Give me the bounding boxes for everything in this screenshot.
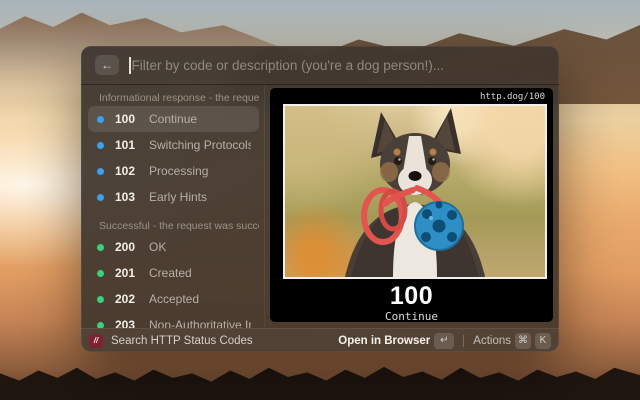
- status-label: OK: [149, 240, 166, 254]
- status-code: 100: [115, 112, 149, 126]
- status-dot-icon: [97, 168, 104, 175]
- status-label: Processing: [149, 164, 208, 178]
- status-dot-icon: [97, 270, 104, 277]
- open-in-browser-button[interactable]: Open in Browser ↵: [338, 333, 454, 349]
- extension-icon: //: [89, 334, 103, 348]
- status-code: 203: [115, 318, 149, 328]
- open-in-browser-label: Open in Browser: [338, 335, 430, 347]
- detail-code-label: Continue: [270, 310, 553, 323]
- search-field-wrap: [129, 57, 545, 74]
- dog-photo: [283, 104, 547, 279]
- status-dot-icon: [97, 244, 104, 251]
- status-code-list: Informational response - the request w..…: [88, 88, 259, 328]
- status-label: Early Hints: [149, 190, 207, 204]
- treeline-silhouette: [0, 354, 640, 400]
- back-button[interactable]: ←: [95, 55, 119, 75]
- action-bar: // Search HTTP Status Codes Open in Brow…: [81, 328, 559, 352]
- detail-code-large: 100: [270, 282, 553, 311]
- source-url: http.dog/100: [480, 92, 545, 102]
- actions-label: Actions: [473, 335, 511, 347]
- status-code: 201: [115, 266, 149, 280]
- list-detail-divider: [264, 86, 265, 328]
- list-item-102[interactable]: 102 Processing: [88, 158, 259, 184]
- dog-photo-image: [285, 106, 545, 277]
- status-dot-icon: [97, 296, 104, 303]
- list-item-201[interactable]: 201 Created: [88, 260, 259, 286]
- status-code: 200: [115, 240, 149, 254]
- list-item-200[interactable]: 200 OK: [88, 234, 259, 260]
- k-key-icon: K: [535, 333, 551, 349]
- list-item-101[interactable]: 101 Switching Protocols: [88, 132, 259, 158]
- actions-button[interactable]: Actions ⌘ K: [473, 333, 551, 349]
- status-label: Continue: [149, 112, 197, 126]
- status-label: Non-Authoritative Informa...: [149, 318, 251, 328]
- dog-illustration: [305, 106, 525, 277]
- list-item-100[interactable]: 100 Continue: [88, 106, 259, 132]
- detail-panel: http.dog/100: [270, 88, 553, 322]
- status-code: 103: [115, 190, 149, 204]
- return-key-icon: ↵: [434, 333, 454, 349]
- status-dot-icon: [97, 142, 104, 149]
- search-bar: ←: [81, 46, 559, 85]
- list-item-202[interactable]: 202 Accepted: [88, 286, 259, 312]
- status-label: Accepted: [149, 292, 199, 306]
- command-key-icon: ⌘: [515, 333, 531, 349]
- status-code: 102: [115, 164, 149, 178]
- status-label: Switching Protocols: [149, 138, 251, 152]
- status-code: 101: [115, 138, 149, 152]
- footer-divider: [463, 335, 464, 347]
- text-cursor: [129, 57, 131, 74]
- status-label: Created: [149, 266, 192, 280]
- search-input[interactable]: [132, 58, 546, 73]
- status-code: 202: [115, 292, 149, 306]
- status-dot-icon: [97, 194, 104, 201]
- raycast-window: ← Informational response - the request w…: [81, 46, 559, 352]
- list-item-103[interactable]: 103 Early Hints: [88, 184, 259, 210]
- section-header-informational: Informational response - the request w..…: [88, 88, 259, 106]
- list-item-203[interactable]: 203 Non-Authoritative Informa...: [88, 312, 259, 328]
- footer-actions: Open in Browser ↵ Actions ⌘ K: [338, 333, 551, 349]
- extension-name: Search HTTP Status Codes: [111, 335, 253, 347]
- back-arrow-icon: ←: [101, 55, 113, 75]
- status-dot-icon: [97, 116, 104, 123]
- section-header-successful: Successful - the request was successf...: [88, 216, 259, 234]
